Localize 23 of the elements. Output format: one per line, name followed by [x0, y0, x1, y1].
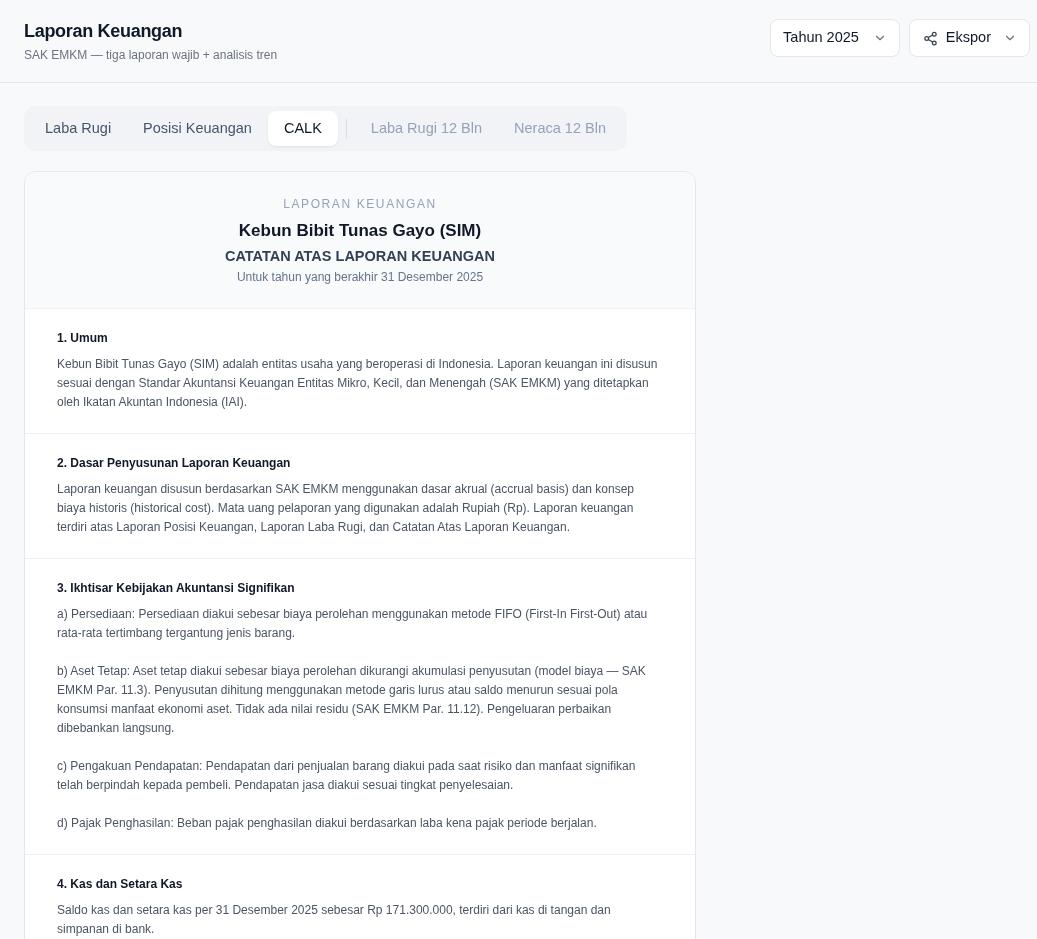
section-heading: 4. Kas dan Setara Kas — [57, 876, 184, 892]
tab[interactable]: Posisi Keuangan — [127, 111, 268, 146]
section-paragraph: b) Aset Tetap: Aset tetap diakui sebesar biaya perolehan dikurangi akumulasi penyusutan (model biaya — SAK EMKM Par. 11.3). Penyusutan dihitung menggunakan metode garis lurus atau saldo menurun sesuai pola konsumsi manfaat ekonomi aset. Tidak ada nilai residu (SAK EMKM Par. 11.12). Pengeluaran perbaikan dibebankan langsung. — [57, 663, 647, 737]
section-paragraph: d) Pajak Penghasilan: Beban pajak penghasilan diakui berdasarkan laba kena pajak periode berjalan. — [57, 815, 598, 832]
section-heading: 2. Dasar Penyusunan Laporan Keuangan — [57, 455, 292, 471]
year-select[interactable]: Tahun 2025 — [770, 19, 900, 57]
share-icon — [922, 30, 938, 46]
page-title: Laporan Keuangan — [24, 20, 184, 42]
tab[interactable]: Laba Rugi — [29, 111, 128, 146]
report-period: Untuk tahun yang berakhir 31 Desember 2025 — [236, 269, 484, 285]
company-name: Kebun Bibit Tunas Gayo (SIM) — [238, 220, 482, 242]
section-paragraph: Laporan keuangan disusun berdasarkan SAK EMKM menggunakan dasar akrual (accrual basis) dan konsep biaya historis (historical cost). Mata uang pelaporan yang digunakan adalah Rupiah (Rp). Laporan keuangan terdiri atas Laporan Posisi Keuangan, Laporan Laba Rugi, dan Catatan Atas Laporan Keuangan. — [57, 481, 635, 536]
report-title: CATATAN ATAS LAPORAN KEUANGAN — [224, 247, 496, 265]
section-heading: 1. Umum — [57, 330, 109, 346]
section-paragraph: c) Pengakuan Pendapatan: Pendapatan dari penjualan barang diakui pada saat risiko dan manfaat signifikan telah berpindah kepada pembeli. Pendapatan jasa diakui sesuai tingkat penyelesaian. — [57, 758, 637, 794]
tab[interactable]: CALK — [267, 111, 338, 146]
section-paragraph: Kebun Bibit Tunas Gayo (SIM) adalah entitas usaha yang beroperasi di Indonesia. Laporan keuangan ini disusun sesuai dengan Standar Akuntansi Keuangan Entitas Mikro, Kecil, dan Menengah (SAK EMKM) yang ditetapkan oleh Ikatan Akuntan Indonesia (IAI). — [57, 356, 659, 411]
section-paragraph: a) Persediaan: Persediaan diakui sebesar biaya perolehan menggunakan metode FIFO (First-In First-Out) atau rata-rata tertimbang tergantung jenis barang. — [57, 606, 649, 642]
page-subtitle: SAK EMKM — tiga laporan wajib + analisis tren — [24, 47, 278, 63]
report-eyebrow: LAPORAN KEUANGAN — [283, 196, 437, 212]
section-heading: 3. Ikhtisar Kebijakan Akuntansi Signifikan — [57, 580, 296, 596]
section-paragraph: Saldo kas dan setara kas per 31 Desember 2025 sebesar Rp 171.300.000, terdiri dari kas di tangan dan simpanan di bank. — [57, 902, 612, 938]
export-button[interactable]: Ekspor — [908, 19, 1030, 57]
